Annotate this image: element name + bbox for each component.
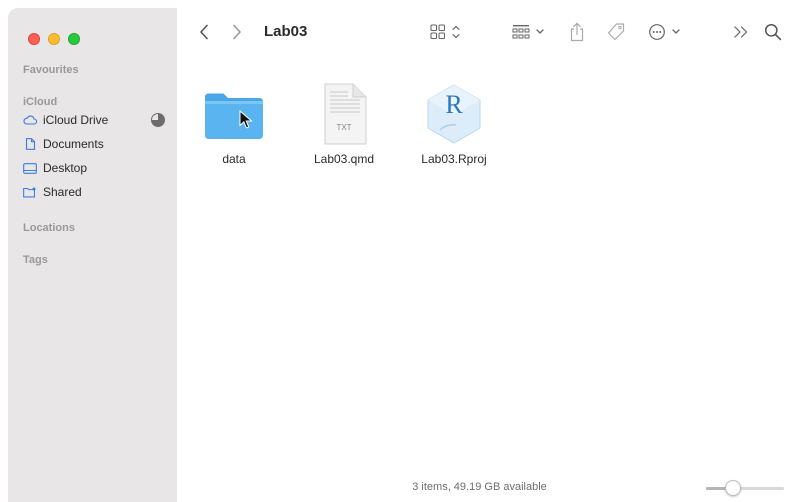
desktop-icon bbox=[23, 162, 37, 174]
cloud-icon bbox=[23, 114, 37, 126]
file-browser: data TXT Lab03.qmd R Lab03.Rproj bbox=[177, 60, 794, 474]
chevron-left-icon bbox=[200, 24, 208, 40]
sidebar-item-label: Shared bbox=[43, 185, 82, 199]
sidebar-item-shared[interactable]: Shared bbox=[23, 182, 169, 202]
minimize-window-button[interactable] bbox=[48, 33, 60, 45]
status-bar: 3 items, 49.19 GB available bbox=[177, 474, 794, 502]
finder-window: Favourites iCloud iCloud Drive Documents… bbox=[0, 0, 794, 502]
tag-button[interactable] bbox=[604, 20, 628, 44]
rproj-badge: R bbox=[445, 90, 463, 119]
window-title: Lab03 bbox=[264, 23, 308, 40]
text-file-icon: TXT bbox=[312, 82, 376, 146]
sidebar: Favourites iCloud iCloud Drive Documents… bbox=[8, 8, 177, 502]
sidebar-section-tags[interactable]: Tags bbox=[23, 254, 48, 266]
status-text: 3 items, 49.19 GB available bbox=[412, 481, 547, 493]
back-button[interactable] bbox=[194, 20, 214, 44]
forward-button[interactable] bbox=[227, 20, 247, 44]
sidebar-item-desktop[interactable]: Desktop bbox=[23, 158, 169, 178]
slider-knob[interactable] bbox=[725, 480, 741, 496]
mouse-cursor-icon bbox=[239, 110, 253, 129]
group-by-icon bbox=[512, 25, 544, 39]
file-name: Lab03.qmd bbox=[313, 152, 375, 166]
chevron-right-icon bbox=[233, 24, 241, 40]
share-button[interactable] bbox=[566, 20, 588, 44]
view-mode-button[interactable] bbox=[429, 20, 465, 44]
more-options-icon bbox=[649, 24, 680, 40]
icon-size-slider[interactable] bbox=[706, 480, 784, 496]
close-window-button[interactable] bbox=[28, 33, 40, 45]
sidebar-section-favourites[interactable]: Favourites bbox=[23, 64, 79, 76]
toolbar-overflow-button[interactable] bbox=[730, 20, 752, 44]
zoom-window-button[interactable] bbox=[68, 33, 80, 45]
sidebar-item-label: iCloud Drive bbox=[43, 113, 109, 127]
sidebar-item-documents[interactable]: Documents bbox=[23, 134, 169, 154]
shared-folder-icon bbox=[23, 186, 37, 198]
group-by-button[interactable] bbox=[510, 20, 550, 44]
sidebar-section-icloud[interactable]: iCloud bbox=[23, 96, 57, 108]
traffic-lights bbox=[28, 33, 80, 45]
more-options-button[interactable] bbox=[647, 20, 687, 44]
file-name: Lab03.Rproj bbox=[421, 152, 487, 166]
search-icon bbox=[764, 23, 782, 41]
sidebar-item-label: Desktop bbox=[43, 161, 88, 175]
document-icon bbox=[23, 138, 37, 150]
sidebar-item-label: Documents bbox=[43, 137, 104, 151]
sync-progress-icon bbox=[151, 113, 165, 127]
icon-grid-icon bbox=[430, 24, 460, 40]
folder-icon bbox=[202, 82, 266, 146]
search-button[interactable] bbox=[762, 20, 784, 44]
file-item-qmd[interactable]: TXT Lab03.qmd bbox=[299, 82, 389, 166]
file-name: data bbox=[222, 152, 246, 166]
sidebar-section-locations[interactable]: Locations bbox=[23, 222, 75, 234]
rproj-file-icon: R bbox=[422, 82, 486, 146]
double-chevron-right-icon bbox=[734, 26, 748, 38]
toolbar: Lab03 bbox=[177, 8, 794, 60]
tag-icon bbox=[607, 23, 625, 41]
share-icon bbox=[570, 22, 584, 42]
file-item-rproj[interactable]: R Lab03.Rproj bbox=[409, 82, 499, 166]
sidebar-item-icloud-drive[interactable]: iCloud Drive bbox=[23, 110, 169, 130]
file-item-folder[interactable]: data bbox=[189, 82, 279, 166]
file-type-badge: TXT bbox=[336, 123, 352, 132]
